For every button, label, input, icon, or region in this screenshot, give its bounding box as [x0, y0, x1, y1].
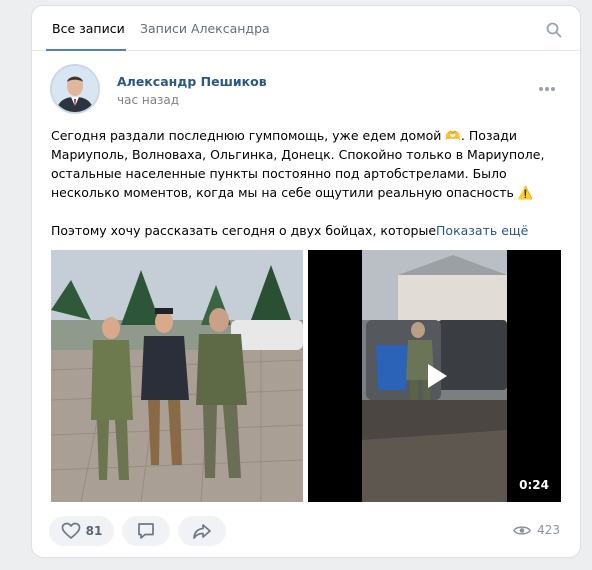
- post-paragraph: Сегодня раздали последнюю гумпомощь, уже…: [51, 128, 545, 200]
- search-icon[interactable]: [546, 22, 562, 38]
- author-name[interactable]: Александр Пешиков: [117, 74, 267, 89]
- post-paragraph-text: Поэтому хочу рассказать сегодня о двух б…: [51, 223, 437, 238]
- like-button[interactable]: 81: [49, 516, 114, 546]
- views-counter: 423: [513, 523, 560, 537]
- post-time[interactable]: час назад: [117, 93, 179, 107]
- like-count: 81: [85, 524, 103, 538]
- share-button[interactable]: [178, 516, 226, 546]
- post-video[interactable]: 0:24: [308, 250, 561, 502]
- comment-icon: [138, 523, 154, 539]
- avatar[interactable]: [50, 64, 100, 114]
- post-paragraph-truncated: Поэтому хочу рассказать сегодня о двух б…: [51, 221, 571, 240]
- eye-icon: [513, 525, 532, 535]
- post-card: Все записи Записи Александра Александр П…: [31, 5, 581, 558]
- post-text: Сегодня раздали последнюю гумпомощь, уже…: [51, 126, 571, 240]
- more-icon[interactable]: [538, 86, 556, 92]
- video-duration: 0:24: [519, 478, 549, 492]
- tab-author-posts[interactable]: Записи Александра: [140, 21, 270, 36]
- comment-button[interactable]: [122, 516, 170, 546]
- heart-icon: [61, 522, 80, 539]
- share-icon: [193, 524, 211, 539]
- active-tab-indicator: [46, 49, 126, 51]
- tab-all-posts[interactable]: Все записи: [52, 21, 125, 36]
- wall-tabs: Все записи Записи Александра: [32, 6, 580, 51]
- show-more-link[interactable]: Показать ещё: [436, 223, 528, 238]
- play-icon[interactable]: [421, 361, 451, 391]
- views-count: 423: [537, 523, 560, 537]
- post-photo[interactable]: [51, 250, 303, 502]
